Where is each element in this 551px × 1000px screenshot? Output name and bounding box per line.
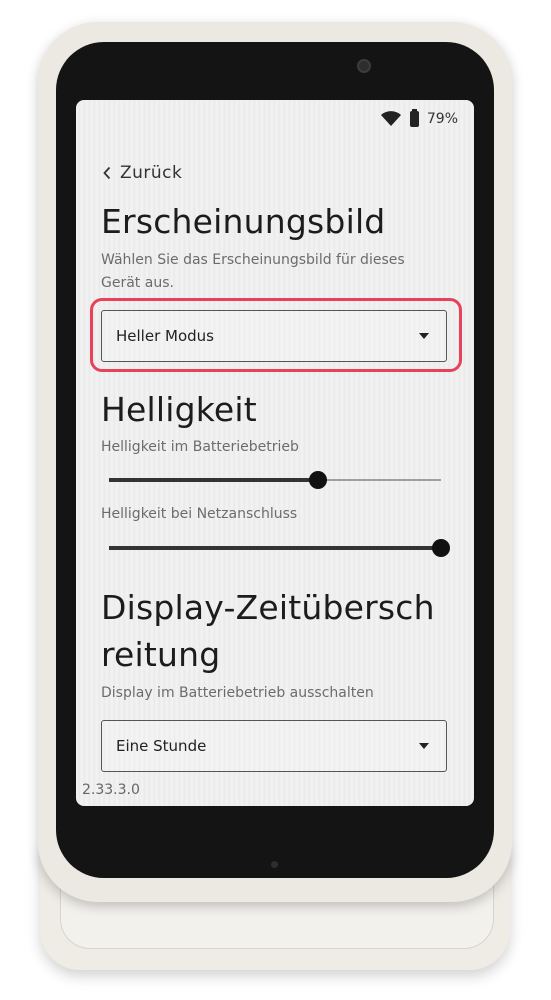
screen: 79% Zurück Erscheinungsbild Wählen Sie d…: [76, 100, 474, 806]
battery-brightness-slider[interactable]: [109, 470, 441, 490]
timeout-dropdown-value: Eine Stunde: [116, 737, 207, 755]
slider-thumb[interactable]: [432, 539, 450, 557]
mains-brightness-label: Helligkeit bei Netzanschluss: [101, 506, 298, 522]
version-label: 2.33.3.0: [82, 782, 140, 798]
appearance-description-line1: Wählen Sie das Erscheinungsbild für dies…: [101, 252, 405, 268]
brightness-title: Helligkeit: [101, 390, 257, 429]
slider-fill: [109, 546, 441, 550]
wifi-icon: [380, 111, 401, 126]
battery-percent: 79%: [426, 111, 458, 127]
battery-brightness-label: Helligkeit im Batteriebetrieb: [101, 439, 299, 455]
triangle-down-icon: [419, 743, 429, 749]
camera-icon: [357, 59, 371, 73]
back-label: Zurück: [120, 163, 183, 183]
timeout-dropdown[interactable]: Eine Stunde: [101, 720, 447, 772]
appearance-description-line2: Gerät aus.: [101, 275, 174, 291]
appearance-title: Erscheinungsbild: [101, 202, 386, 241]
timeout-title-line2: reitung: [101, 635, 221, 674]
slider-fill: [109, 478, 319, 482]
mains-brightness-slider[interactable]: [109, 538, 450, 558]
timeout-description: Display im Batteriebetrieb ausschalten: [101, 685, 374, 701]
highlight-box: [90, 298, 462, 372]
battery-icon: [409, 109, 419, 127]
microphone-dot: [271, 861, 278, 868]
back-button[interactable]: Zurück: [102, 163, 182, 183]
status-bar: 79%: [380, 109, 458, 128]
timeout-title-line1: Display-Zeitübersch: [101, 588, 435, 627]
slider-thumb[interactable]: [309, 471, 328, 489]
chevron-left-icon: [103, 166, 111, 180]
